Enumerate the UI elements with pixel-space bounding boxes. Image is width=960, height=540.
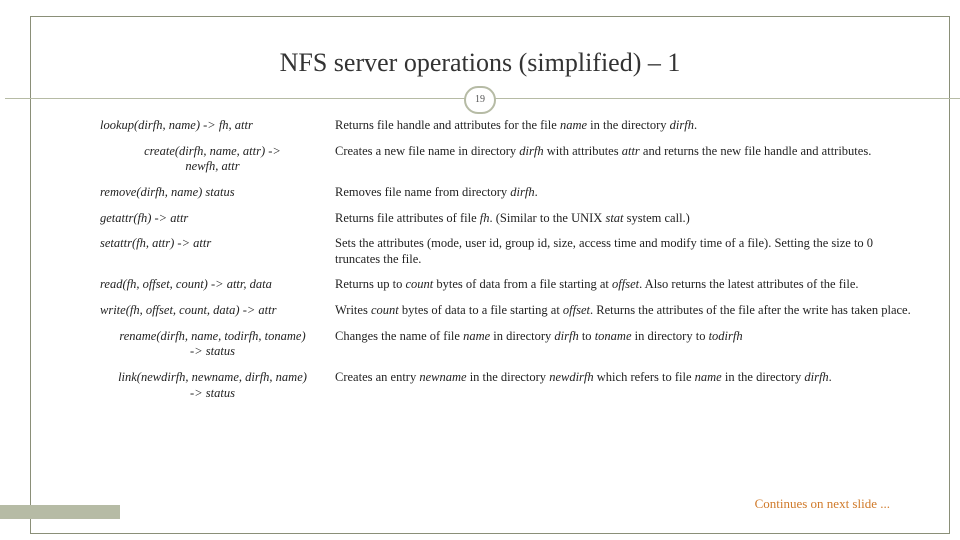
operation-description: Returns up to count bytes of data from a… bbox=[335, 277, 920, 293]
table-row: getattr(fh) -> attrReturns file attribut… bbox=[100, 211, 920, 227]
footer-note: Continues on next slide ... bbox=[755, 496, 890, 512]
operation-description: Writes count bytes of data to a file sta… bbox=[335, 303, 920, 319]
operation-description: Changes the name of file name in directo… bbox=[335, 329, 920, 360]
operation-description: Removes file name from directory dirfh. bbox=[335, 185, 920, 201]
operations-table: lookup(dirfh, name) -> fh, attrReturns f… bbox=[100, 118, 920, 510]
slide: NFS server operations (simplified) – 1 1… bbox=[0, 0, 960, 540]
operation-signature: remove(dirfh, name) status bbox=[100, 185, 335, 201]
operation-signature: write(fh, offset, count, data) -> attr bbox=[100, 303, 335, 319]
operation-signature: lookup(dirfh, name) -> fh, attr bbox=[100, 118, 335, 134]
operation-description: Creates a new file name in directory dir… bbox=[335, 144, 920, 175]
operation-description: Sets the attributes (mode, user id, grou… bbox=[335, 236, 920, 267]
operation-description: Returns file attributes of file fh. (Sim… bbox=[335, 211, 920, 227]
operation-description: Creates an entry newname in the director… bbox=[335, 370, 920, 401]
operation-signature: create(dirfh, name, attr) ->newfh, attr bbox=[100, 144, 335, 175]
operation-signature: getattr(fh) -> attr bbox=[100, 211, 335, 227]
operation-signature: link(newdirfh, newname, dirfh, name)-> s… bbox=[100, 370, 335, 401]
table-row: remove(dirfh, name) statusRemoves file n… bbox=[100, 185, 920, 201]
table-row: create(dirfh, name, attr) ->newfh, attrC… bbox=[100, 144, 920, 175]
table-row: write(fh, offset, count, data) -> attrWr… bbox=[100, 303, 920, 319]
operation-signature: read(fh, offset, count) -> attr, data bbox=[100, 277, 335, 293]
slide-title: NFS server operations (simplified) – 1 bbox=[0, 48, 960, 78]
slide-number: 19 bbox=[464, 86, 496, 114]
table-row: link(newdirfh, newname, dirfh, name)-> s… bbox=[100, 370, 920, 401]
table-row: read(fh, offset, count) -> attr, dataRet… bbox=[100, 277, 920, 293]
operation-signature: rename(dirfh, name, todirfh, toname)-> s… bbox=[100, 329, 335, 360]
operation-description: Returns file handle and attributes for t… bbox=[335, 118, 920, 134]
slide-number-wrap: 19 bbox=[0, 86, 960, 114]
operation-signature: setattr(fh, attr) -> attr bbox=[100, 236, 335, 267]
table-row: lookup(dirfh, name) -> fh, attrReturns f… bbox=[100, 118, 920, 134]
table-row: rename(dirfh, name, todirfh, toname)-> s… bbox=[100, 329, 920, 360]
table-row: setattr(fh, attr) -> attrSets the attrib… bbox=[100, 236, 920, 267]
